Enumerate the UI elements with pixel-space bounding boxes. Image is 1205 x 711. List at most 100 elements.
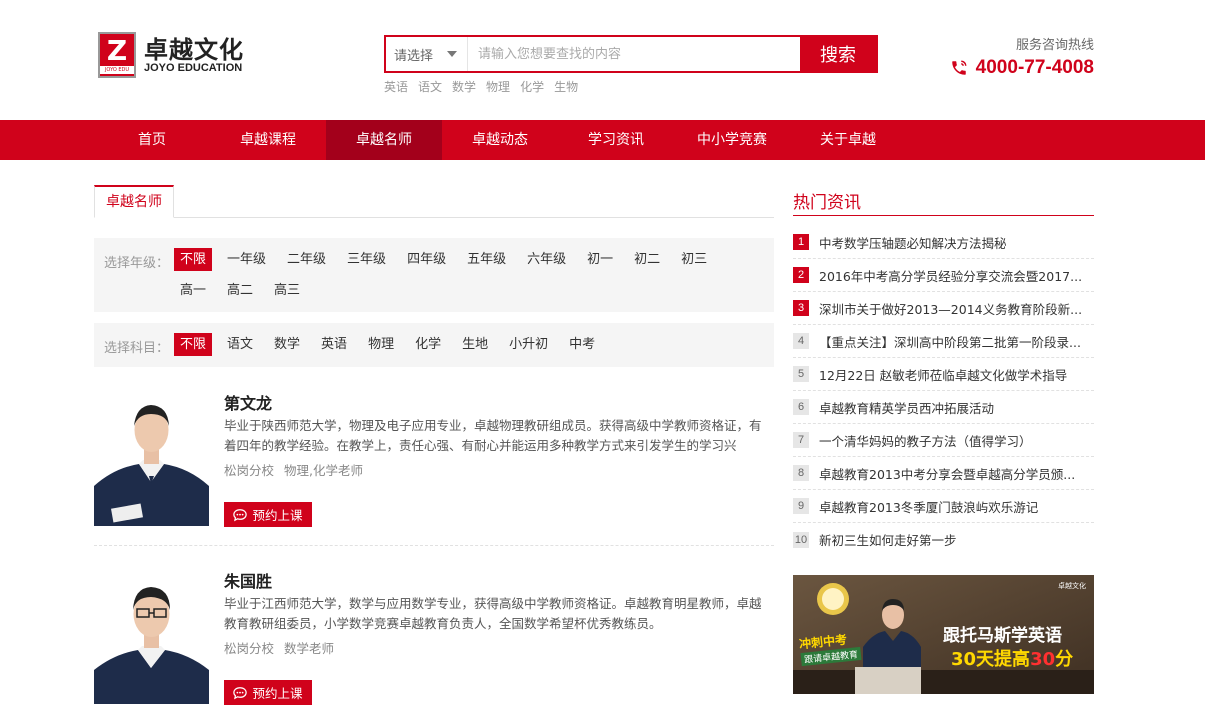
search-bar: 请选择 搜索 <box>384 35 878 73</box>
logo-en-text: JOYO EDUCATION <box>144 62 243 74</box>
subject-option[interactable]: 中考 <box>563 333 601 356</box>
teacher-photo[interactable] <box>94 386 209 526</box>
hot-word[interactable]: 英语 <box>384 78 408 95</box>
nav-item-teachers[interactable]: 卓越名师 <box>326 120 442 160</box>
banner-logo: 卓越文化 <box>1058 582 1086 590</box>
teacher-card: 朱国胜 毕业于江西师范大学，数学与应用数学专业，获得高级中学教师资格证。卓越教育… <box>94 560 774 711</box>
teacher-card: 第文龙 毕业于陕西师范大学，物理及电子应用专业，卓越物理教研组成员。获得高级中学… <box>94 382 774 546</box>
book-class-button[interactable]: 预约上课 <box>224 680 312 705</box>
news-title[interactable]: 卓越教育2013中考分享会暨卓越高分学员颁... <box>819 464 1075 483</box>
nav-item-competition[interactable]: 中小学竞赛 <box>674 120 790 160</box>
news-title[interactable]: 中考数学压轴题必知解决方法揭秘 <box>819 233 1007 252</box>
news-rank: 8 <box>793 465 809 481</box>
hot-word[interactable]: 化学 <box>520 78 544 95</box>
news-title[interactable]: 新初三生如何走好第一步 <box>819 530 957 549</box>
news-title[interactable]: 【重点关注】深圳高中阶段第二批第一阶段录... <box>819 332 1081 351</box>
site-logo[interactable]: Z JOYO EDU 卓越文化 JOYO EDUCATION <box>98 30 258 80</box>
news-item[interactable]: 3 深圳市关于做好2013—2014义务教育阶段新... <box>793 292 1094 325</box>
news-rank: 7 <box>793 432 809 448</box>
hot-word[interactable]: 语文 <box>418 78 442 95</box>
grade-option[interactable]: 高三 <box>268 279 306 302</box>
hot-word[interactable]: 物理 <box>486 78 510 95</box>
book-class-button[interactable]: 预约上课 <box>224 502 312 527</box>
news-item[interactable]: 6 卓越教育精英学员西冲拓展活动 <box>793 391 1094 424</box>
teacher-desc: 毕业于陕西师范大学，物理及电子应用专业，卓越物理教研组成员。获得高级中学教师资格… <box>224 418 762 453</box>
news-item[interactable]: 8 卓越教育2013中考分享会暨卓越高分学员颁... <box>793 457 1094 490</box>
grade-option[interactable]: 三年级 <box>341 248 392 271</box>
teacher-desc: 毕业于江西师范大学，数学与应用数学专业，获得高级中学教师资格证。卓越教育明星教师… <box>224 596 762 631</box>
nav-item-courses[interactable]: 卓越课程 <box>210 120 326 160</box>
news-rank: 2 <box>793 267 809 283</box>
hot-word[interactable]: 生物 <box>554 78 578 95</box>
news-item[interactable]: 10 新初三生如何走好第一步 <box>793 523 1094 556</box>
tab-teachers[interactable]: 卓越名师 <box>94 185 174 218</box>
chevron-down-icon <box>447 51 458 57</box>
search-category-select[interactable]: 请选择 <box>386 37 468 71</box>
subject-filter-label: 选择科目： <box>104 341 170 356</box>
news-title[interactable]: 一个清华妈妈的教子方法（值得学习） <box>819 431 1032 450</box>
teacher-name[interactable]: 第文龙 <box>224 390 272 414</box>
news-rank: 1 <box>793 234 809 250</box>
news-title[interactable]: 2016年中考高分学员经验分享交流会暨2017... <box>819 266 1082 285</box>
hotline-number: 4000-77-4008 <box>950 57 1094 79</box>
nav-item-study-info[interactable]: 学习资讯 <box>558 120 674 160</box>
teacher-photo[interactable] <box>94 564 209 704</box>
news-rank: 3 <box>793 300 809 316</box>
news-item[interactable]: 9 卓越教育2013冬季厦门鼓浪屿欢乐游记 <box>793 490 1094 523</box>
news-rank: 5 <box>793 366 809 382</box>
grade-option[interactable]: 六年级 <box>521 248 572 271</box>
grade-option[interactable]: 一年级 <box>221 248 272 271</box>
subject-option[interactable]: 生地 <box>456 333 494 356</box>
promo-banner[interactable]: 卓越文化 冲刺中考 跟请卓越教育 跟托马斯学英语 30天提高30分 <box>793 575 1094 694</box>
grade-option[interactable]: 高二 <box>221 279 259 302</box>
logo-cn-text: 卓越文化 <box>144 36 244 64</box>
teacher-campus: 松岗分校 <box>224 463 275 478</box>
subject-option[interactable]: 物理 <box>362 333 400 356</box>
grade-option[interactable]: 初二 <box>628 248 666 271</box>
hotline-label: 服务咨询热线 <box>1015 38 1094 53</box>
grade-filter: 选择年级： 不限 一年级 二年级 三年级 四年级 五年级 六年级 初一 初二 初… <box>94 238 774 312</box>
hot-news-list: 1 中考数学压轴题必知解决方法揭秘 2 2016年中考高分学员经验分享交流会暨201… <box>793 226 1094 556</box>
grade-option[interactable]: 二年级 <box>281 248 332 271</box>
news-rank: 4 <box>793 333 809 349</box>
grade-option[interactable]: 高一 <box>174 279 212 302</box>
news-item[interactable]: 4 【重点关注】深圳高中阶段第二批第一阶段录... <box>793 325 1094 358</box>
main-nav: 首页 卓越课程 卓越名师 卓越动态 学习资讯 中小学竞赛 关于卓越 <box>0 120 1205 160</box>
news-item[interactable]: 2 2016年中考高分学员经验分享交流会暨2017... <box>793 259 1094 292</box>
search-button[interactable]: 搜索 <box>800 37 876 71</box>
nav-item-about[interactable]: 关于卓越 <box>790 120 906 160</box>
news-item[interactable]: 7 一个清华妈妈的教子方法（值得学习） <box>793 424 1094 457</box>
site-header: Z JOYO EDU 卓越文化 JOYO EDUCATION 请选择 搜索 英语… <box>0 0 1205 120</box>
news-rank: 10 <box>793 531 809 548</box>
news-title[interactable]: 深圳市关于做好2013—2014义务教育阶段新... <box>819 299 1082 318</box>
subject-option[interactable]: 化学 <box>409 333 447 356</box>
subject-option[interactable]: 数学 <box>268 333 306 356</box>
grade-option[interactable]: 初一 <box>581 248 619 271</box>
subject-option[interactable]: 语文 <box>221 333 259 356</box>
nav-item-home[interactable]: 首页 <box>94 120 210 160</box>
news-title[interactable]: 12月22日 赵敏老师莅临卓越文化做学术指导 <box>819 365 1067 384</box>
teacher-campus: 松岗分校 <box>224 641 275 656</box>
teacher-name[interactable]: 朱国胜 <box>224 568 272 592</box>
grade-option[interactable]: 初三 <box>675 248 713 271</box>
phone-icon <box>951 60 967 75</box>
search-input[interactable] <box>468 37 800 71</box>
news-title[interactable]: 卓越教育2013冬季厦门鼓浪屿欢乐游记 <box>819 497 1038 516</box>
news-item[interactable]: 5 12月22日 赵敏老师莅临卓越文化做学术指导 <box>793 358 1094 391</box>
grade-option-all[interactable]: 不限 <box>174 248 213 271</box>
grade-filter-label: 选择年级： <box>104 256 170 271</box>
nav-item-news[interactable]: 卓越动态 <box>442 120 558 160</box>
subject-filter: 选择科目： 不限 语文 数学 英语 物理 化学 生地 小升初 中考 <box>94 323 774 367</box>
subject-option[interactable]: 英语 <box>315 333 353 356</box>
grade-option[interactable]: 五年级 <box>461 248 512 271</box>
teacher-meta: 松岗分校 数学老师 <box>224 638 334 657</box>
subject-option-all[interactable]: 不限 <box>174 333 213 356</box>
subject-option[interactable]: 小升初 <box>503 333 554 356</box>
teacher-subject: 物理,化学老师 <box>284 463 363 478</box>
hotline: 服务咨询热线 4000-77-4008 <box>950 34 1094 79</box>
news-item[interactable]: 1 中考数学压轴题必知解决方法揭秘 <box>793 226 1094 259</box>
grade-option[interactable]: 四年级 <box>401 248 452 271</box>
hot-word[interactable]: 数学 <box>452 78 476 95</box>
logo-mark: Z JOYO EDU <box>98 32 136 78</box>
news-title[interactable]: 卓越教育精英学员西冲拓展活动 <box>819 398 994 417</box>
